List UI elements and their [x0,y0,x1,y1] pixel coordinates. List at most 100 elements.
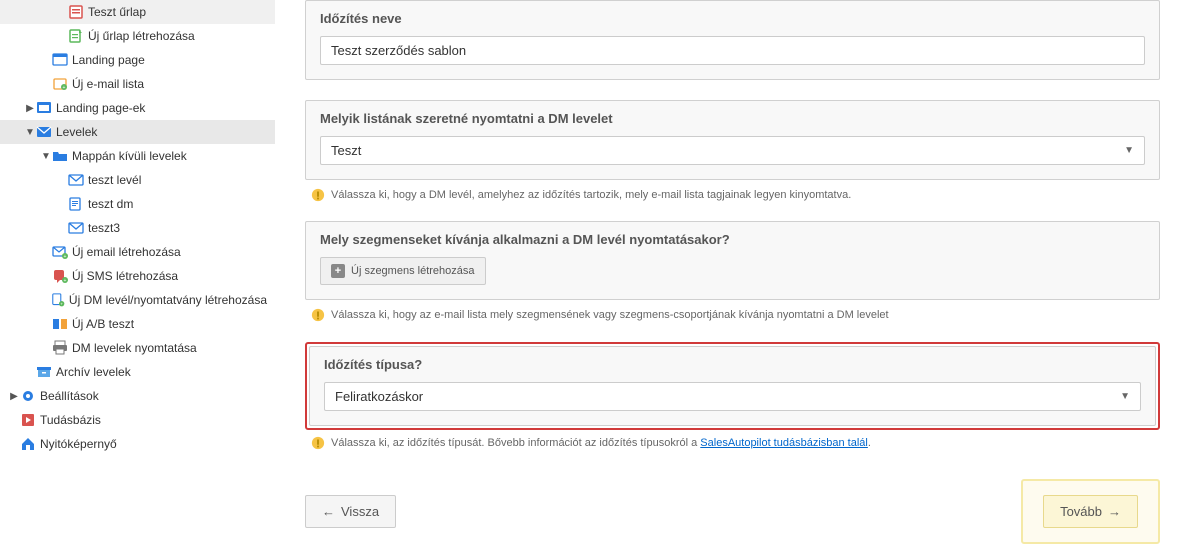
sidebar-item-label: teszt dm [88,197,133,211]
settings-icon [20,388,36,404]
sidebar-item-17[interactable]: ▶Tudásbázis [0,408,275,432]
sidebar-item-label: Tudásbázis [40,413,101,427]
sidebar-item-9[interactable]: ▶teszt3 [0,216,275,240]
sidebar-item-label: Beállítások [40,389,99,403]
form-icon [68,4,84,20]
sidebar-item-14[interactable]: ▶DM levelek nyomtatása [0,336,275,360]
back-label: Vissza [341,504,379,519]
sidebar-item-label: Levelek [56,125,97,139]
letters-icon [36,124,52,140]
sidebar-item-label: DM levelek nyomtatása [72,341,197,355]
segments-hint: Válassza ki, hogy az e-mail lista mely s… [311,308,1160,323]
panel-segments: Mely szegmenseket kívánja alkalmazni a D… [305,221,1160,300]
timing-name-label: Időzítés neve [306,1,1159,36]
sidebar-item-label: Új A/B teszt [72,317,134,331]
sidebar-item-label: Új SMS létrehozása [72,269,178,283]
chevron-down-icon: ▼ [24,127,36,138]
svg-text:+: + [64,278,67,284]
list-select-value: Teszt [331,143,361,158]
sidebar-item-label: Teszt űrlap [88,5,146,19]
panel-timing-type-highlight: Időzítés típusa? Feliratkozáskor ▼ [305,342,1160,430]
svg-text:+: + [63,85,66,91]
sidebar-item-7[interactable]: ▶teszt levél [0,168,275,192]
sidebar: ▶Teszt űrlap▶Új űrlap létrehozása▶Landin… [0,0,275,560]
footer-nav: ← Vissza Tovább → [305,479,1160,544]
ab-test-icon [52,316,68,332]
archive-icon [36,364,52,380]
sidebar-item-6[interactable]: ▼ Mappán kívüli levelek [0,144,275,168]
sidebar-item-18[interactable]: ▶Nyitóképernyő [0,432,275,456]
main-content: Időzítés neve Melyik listának szeretné n… [275,0,1200,560]
sidebar-item-2[interactable]: ▶Landing page [0,48,275,72]
arrow-right-icon: → [1108,504,1121,519]
panel-timing-type: Időzítés típusa? Feliratkozáskor ▼ [309,346,1156,426]
kb-link[interactable]: SalesAutopilot tudásbázisban talál [700,437,868,449]
landing-pages-icon [36,100,52,116]
lightbulb-icon [311,308,325,322]
new-form-icon [68,28,84,44]
sidebar-item-label: Új űrlap létrehozása [88,29,195,43]
sidebar-item-10[interactable]: ▶+Új email létrehozása [0,240,275,264]
sidebar-item-label: Új DM levél/nyomtatvány létrehozása [69,293,267,307]
new-list-icon: + [52,76,68,92]
envelope-icon [68,220,84,236]
sidebar-item-label: Nyitóképernyő [40,437,117,451]
list-select-label: Melyik listának szeretné nyomtatni a DM … [306,101,1159,136]
sidebar-item-12[interactable]: ▶+Új DM levél/nyomtatvány létrehozása [0,288,275,312]
new-dm-icon: + [51,292,65,308]
sidebar-item-label: teszt3 [88,221,120,235]
sidebar-item-8[interactable]: ▶teszt dm [0,192,275,216]
sidebar-item-13[interactable]: ▶Új A/B teszt [0,312,275,336]
add-segment-button[interactable]: + Új szegmens létrehozása [320,257,486,285]
chevron-down-icon: ▼ [1120,391,1130,402]
sidebar-item-label: Landing page [72,53,145,67]
chevron-down-icon: ▼ [40,151,52,162]
list-hint: Válassza ki, hogy a DM levél, amelyhez a… [311,188,1160,203]
timing-name-input[interactable] [320,36,1145,65]
sidebar-item-label: Mappán kívüli levelek [72,149,187,163]
sidebar-item-label: Új e-mail lista [72,77,144,91]
timing-type-hint: Válassza ki, az időzítés típusát. Bővebb… [311,436,1160,451]
timing-type-value: Feliratkozáskor [335,389,423,404]
sidebar-item-3[interactable]: ▶+Új e-mail lista [0,72,275,96]
plus-icon: + [331,264,345,278]
next-label: Tovább [1060,504,1102,519]
kb-icon [20,412,36,428]
folder-icon [52,148,68,164]
sidebar-item-label: Landing page-ek [56,101,145,115]
sidebar-item-11[interactable]: ▶+Új SMS létrehozása [0,264,275,288]
panel-list-select: Melyik listának szeretné nyomtatni a DM … [305,100,1160,180]
new-sms-icon: + [52,268,68,284]
next-button-highlight: Tovább → [1021,479,1160,544]
print-icon [52,340,68,356]
list-select[interactable]: Teszt ▼ [320,136,1145,165]
sidebar-item-label: Archív levelek [56,365,131,379]
sidebar-item-label: Új email létrehozása [72,245,181,259]
add-segment-label: Új szegmens létrehozása [351,265,475,277]
sidebar-item-5[interactable]: ▼ Levelek [0,120,275,144]
panel-timing-name: Időzítés neve [305,0,1160,80]
next-button[interactable]: Tovább → [1043,495,1138,528]
sidebar-item-label: teszt levél [88,173,141,187]
arrow-left-icon: ← [322,504,335,519]
sidebar-item-0[interactable]: ▶Teszt űrlap [0,0,275,24]
sidebar-item-16[interactable]: ▶ Beállítások [0,384,275,408]
svg-text:+: + [60,301,63,306]
chevron-right-icon: ▶ [24,103,36,114]
segments-label: Mely szegmenseket kívánja alkalmazni a D… [306,222,1159,257]
dm-icon [68,196,84,212]
timing-type-select[interactable]: Feliratkozáskor ▼ [324,382,1141,411]
sidebar-item-15[interactable]: ▶Archív levelek [0,360,275,384]
landing-icon [52,52,68,68]
svg-text:+: + [64,254,67,260]
sidebar-item-4[interactable]: ▶ Landing page-ek [0,96,275,120]
chevron-down-icon: ▼ [1124,145,1134,156]
new-email-icon: + [52,244,68,260]
lightbulb-icon [311,436,325,450]
envelope-icon [68,172,84,188]
back-button[interactable]: ← Vissza [305,495,396,528]
sidebar-item-1[interactable]: ▶Új űrlap létrehozása [0,24,275,48]
chevron-right-icon: ▶ [8,391,20,402]
timing-type-label: Időzítés típusa? [310,347,1155,382]
lightbulb-icon [311,188,325,202]
